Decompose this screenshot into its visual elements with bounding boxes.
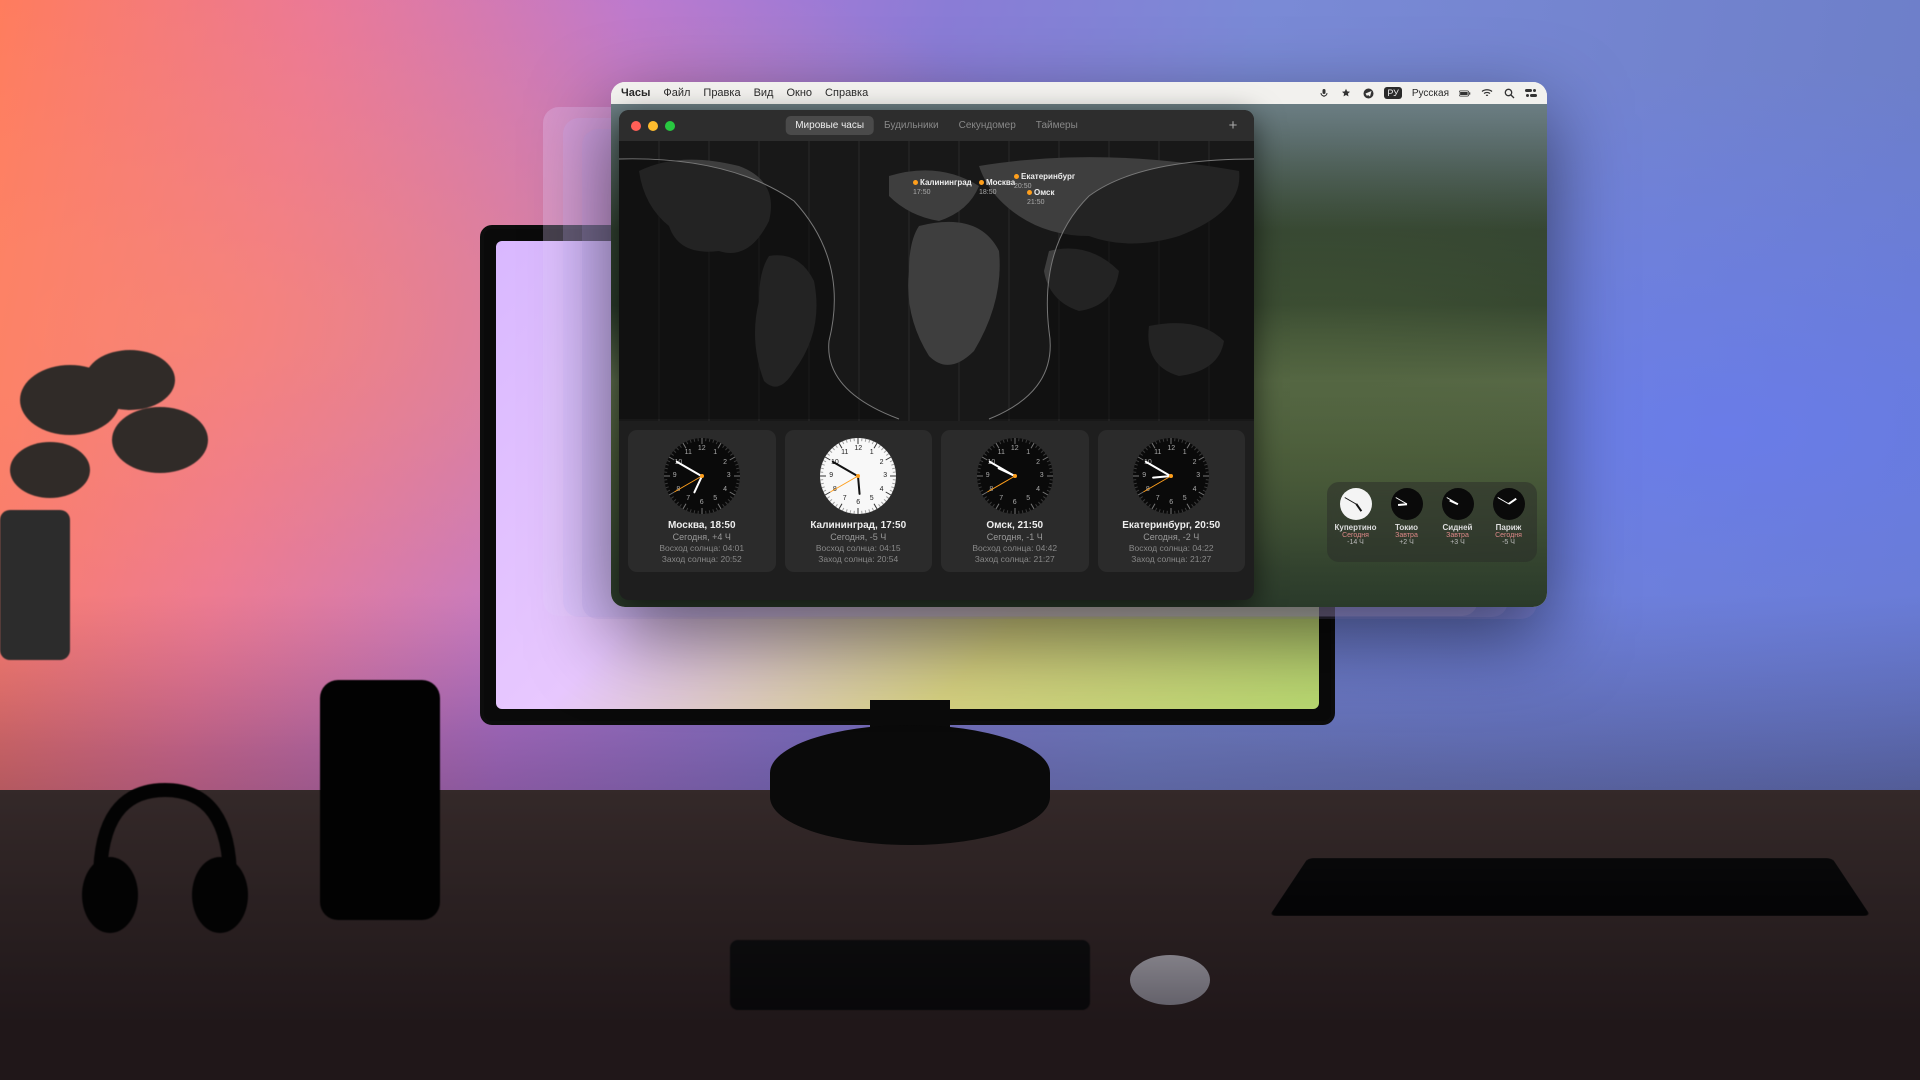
widget-city[interactable]: Париж Сегодня -5 Ч [1484, 488, 1533, 556]
world-map[interactable]: Калининград17:50Москва18:50Екатеринбург2… [619, 141, 1254, 421]
menubar-item-view[interactable]: Вид [754, 87, 774, 99]
map-city-label[interactable]: Омск21:50 [1027, 188, 1055, 206]
menubar-right: РУ Русская [1318, 87, 1537, 99]
clock-app-window: Мировые часы Будильники Секундомер Тайме… [619, 110, 1254, 600]
flowers-prop [0, 280, 250, 660]
macos-window: Часы Файл Правка Вид Окно Справка РУ Рус… [611, 82, 1547, 607]
wifi-icon[interactable] [1481, 87, 1493, 99]
laptop-prop [1269, 858, 1870, 916]
mouse-prop [1130, 955, 1210, 1005]
monitor-stand [770, 725, 1050, 845]
app-titlebar: Мировые часы Будильники Секундомер Тайме… [619, 110, 1254, 141]
telegram-icon[interactable] [1362, 87, 1374, 99]
widget-city[interactable]: Токио Завтра +2 Ч [1382, 488, 1431, 556]
tab-world-clock[interactable]: Мировые часы [785, 116, 874, 135]
control-center-icon[interactable] [1525, 87, 1537, 99]
clock-card[interactable]: 123456789101112 Екатеринбург, 20:50 Сего… [1098, 430, 1246, 572]
menubar-app-name[interactable]: Часы [621, 87, 650, 99]
clock-cards-row: 123456789101112 Москва, 18:50 Сегодня, +… [619, 421, 1254, 581]
add-clock-button[interactable]: + [1224, 117, 1242, 135]
search-icon[interactable] [1503, 87, 1515, 99]
fullscreen-button[interactable] [665, 121, 675, 131]
star-icon[interactable] [1340, 87, 1352, 99]
map-city-label[interactable]: Москва18:50 [979, 178, 1015, 196]
map-city-label[interactable]: Калининград17:50 [913, 178, 972, 196]
tab-timers[interactable]: Таймеры [1026, 116, 1088, 135]
clock-card[interactable]: 123456789101112 Калининград, 17:50 Сегод… [785, 430, 933, 572]
tab-stopwatch[interactable]: Секундомер [949, 116, 1026, 135]
keyboard-prop [730, 940, 1090, 1010]
phone-prop [320, 680, 440, 920]
menubar-item-window[interactable]: Окно [786, 87, 812, 99]
headphones-prop [70, 760, 260, 950]
tab-alarms[interactable]: Будильники [874, 116, 949, 135]
minimize-button[interactable] [648, 121, 658, 131]
app-tabs: Мировые часы Будильники Секундомер Тайме… [785, 116, 1088, 135]
traffic-lights [631, 121, 675, 131]
mic-icon[interactable] [1318, 87, 1330, 99]
close-button[interactable] [631, 121, 641, 131]
desktop-wallpaper: Мировые часы Будильники Секундомер Тайме… [611, 104, 1547, 607]
menubar-item-file[interactable]: Файл [663, 87, 690, 99]
menubar: Часы Файл Правка Вид Окно Справка РУ Рус… [611, 82, 1547, 104]
widget-city[interactable]: Купертино Сегодня -14 Ч [1331, 488, 1380, 556]
menubar-left: Часы Файл Правка Вид Окно Справка [621, 87, 868, 99]
widget-city[interactable]: Сидней Завтра +3 Ч [1433, 488, 1482, 556]
world-clock-widget[interactable]: Купертино Сегодня -14 Ч Токио Завтра +2 … [1327, 482, 1537, 562]
clock-card[interactable]: 123456789101112 Омск, 21:50 Сегодня, -1 … [941, 430, 1089, 572]
input-source-chip[interactable]: РУ [1384, 87, 1402, 99]
menubar-item-help[interactable]: Справка [825, 87, 868, 99]
battery-icon[interactable] [1459, 87, 1471, 99]
menubar-item-edit[interactable]: Правка [703, 87, 740, 99]
input-source-label[interactable]: Русская [1412, 88, 1449, 99]
clock-card[interactable]: 123456789101112 Москва, 18:50 Сегодня, +… [628, 430, 776, 572]
